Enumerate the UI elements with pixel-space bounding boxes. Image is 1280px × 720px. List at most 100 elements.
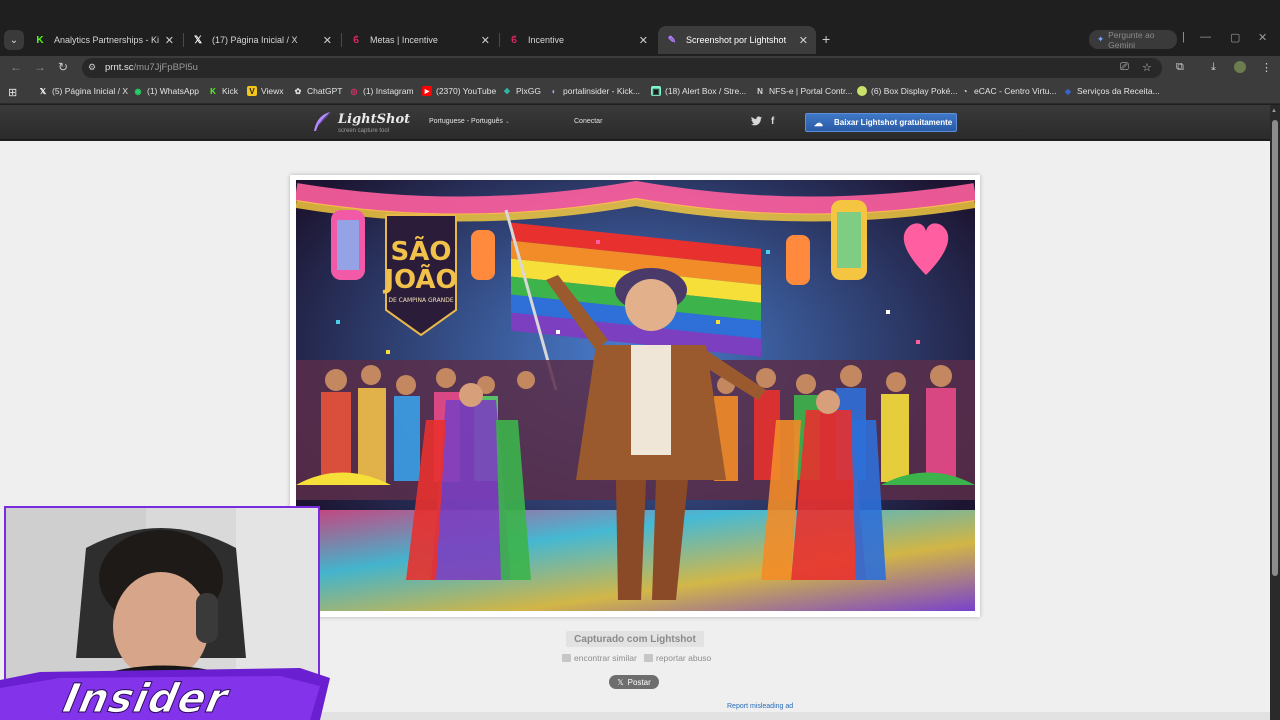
scrollbar-thumb[interactable] — [1272, 120, 1278, 576]
gemini-label: Pergunte ao Gemini — [1108, 29, 1155, 50]
login-link[interactable]: Conectar — [574, 118, 602, 125]
report-misleading-ad-link[interactable]: Report misleading ad — [727, 703, 793, 710]
download-icon[interactable]: ⤓ — [1211, 61, 1216, 74]
bookmark-label: portalinsider - Kick... — [563, 86, 640, 96]
lightshot-brand[interactable]: LightShot — [338, 112, 410, 127]
site-settings-icon[interactable]: ⚙ — [88, 62, 99, 73]
close-icon[interactable]: ✕ — [639, 34, 648, 47]
lightshot-feather-icon[interactable] — [312, 111, 332, 133]
close-icon[interactable]: ✕ — [799, 34, 808, 47]
bookmark-label: (18) Alert Box / Stre... — [665, 86, 747, 96]
tab-lightshot-screenshot[interactable]: ✎ Screenshot por Lightshot ✕ — [658, 26, 816, 54]
minimize-icon[interactable]: — — [1200, 31, 1211, 43]
close-icon[interactable]: ✕ — [481, 34, 490, 47]
tab-search-chevron-icon[interactable]: ⌄ — [4, 30, 24, 50]
bookmark-viewx[interactable]: V Viewx — [247, 86, 284, 96]
pokemon-icon — [857, 86, 867, 96]
bookmark-chatgpt[interactable]: ✿ ChatGPT — [293, 86, 343, 96]
screenshot-image[interactable]: SÃO JOÃO DE CAMPINA GRANDE — [296, 180, 975, 611]
x-icon: 𝕏 — [617, 677, 624, 687]
cloud-download-icon: ☁ — [814, 117, 823, 128]
cast-icon[interactable]: ⎚ — [1120, 61, 1129, 74]
new-tab-plus-icon[interactable]: + — [822, 31, 830, 47]
download-label: Baixar Lightshot gratuitamente — [834, 118, 953, 127]
tab-x-home[interactable]: 𝕏 (17) Página Inicial / X ✕ — [184, 28, 340, 52]
bookmark-ecac[interactable]: ◔ eCAC - Centro Virtu... — [960, 86, 1057, 96]
bookmark-star-icon[interactable]: ☆ — [1142, 61, 1152, 74]
bookmark-nfse[interactable]: N NFS-e | Portal Contr... — [755, 86, 852, 96]
ecac-icon: ◔ — [962, 86, 968, 96]
streamlabs-icon: ▣ — [651, 86, 661, 96]
reload-icon[interactable]: ↻ — [58, 60, 68, 74]
report-abuse-label: reportar abuso — [656, 653, 712, 663]
profile-avatar[interactable] — [1234, 61, 1246, 73]
url-path: /mu7JjFpBPl5u — [133, 62, 198, 73]
forward-arrow-icon[interactable]: → — [34, 60, 46, 74]
viewx-icon: V — [247, 86, 257, 96]
find-similar-link[interactable]: encontrar similar — [562, 653, 637, 663]
whatsapp-icon: ◉ — [134, 86, 142, 96]
window-close-icon[interactable]: ✕ — [1258, 31, 1267, 44]
bookmark-label: (2370) YouTube — [436, 86, 497, 96]
more-menu-icon[interactable]: ⋮ — [1261, 61, 1272, 74]
tab-title: Analytics Partnerships - Kick Da — [54, 35, 159, 45]
extensions-icon[interactable]: ⧉ — [1176, 61, 1184, 74]
find-similar-label: encontrar similar — [574, 653, 637, 663]
insider-logo: Insider — [59, 676, 233, 720]
back-arrow-icon[interactable]: ← — [10, 60, 22, 74]
bookmark-boxdisplay[interactable]: (6) Box Display Poké... — [857, 86, 957, 96]
tab-title: (17) Página Inicial / X — [212, 35, 298, 45]
portal-icon: ◐ — [551, 86, 557, 96]
tab-incentive[interactable]: ϐ Incentive ✕ — [500, 28, 656, 52]
bookmark-receita[interactable]: ◆ Serviços da Receita... — [1063, 86, 1160, 96]
flag-icon — [644, 654, 653, 662]
receita-icon: ◆ — [1064, 86, 1072, 96]
bookmark-youtube[interactable]: ▶ (2370) YouTube — [422, 86, 496, 96]
ask-gemini-button[interactable]: ✦ Pergunte ao Gemini — [1089, 29, 1177, 50]
post-to-x-button[interactable]: 𝕏 Postar — [609, 675, 659, 689]
nfse-icon: N — [757, 86, 763, 96]
pixgg-icon: ❖ — [503, 86, 511, 96]
language-selector[interactable]: Portuguese - Português ⌄ — [429, 118, 510, 125]
tab-title: Metas | Incentive — [370, 35, 438, 45]
bookmark-label: ChatGPT — [307, 86, 343, 96]
chevron-down-icon: ⌄ — [504, 119, 510, 125]
maximize-icon[interactable]: ▢ — [1230, 31, 1240, 44]
bookmark-label: (6) Box Display Poké... — [871, 86, 958, 96]
image-icon — [562, 654, 571, 662]
report-abuse-link[interactable]: reportar abuso — [644, 653, 711, 663]
x-icon: 𝕏 — [193, 34, 203, 46]
bookmark-label: Viewx — [261, 86, 284, 96]
scroll-up-arrow-icon[interactable]: ▲ — [1271, 108, 1277, 114]
banner-text-city: DE CAMPINA GRANDE — [388, 297, 453, 304]
tab-title: Incentive — [528, 35, 565, 45]
address-bar[interactable] — [82, 58, 1162, 78]
bookmark-pixgg[interactable]: ❖ PixGG — [502, 86, 541, 96]
url-text[interactable]: prnt.sc/mu7JjFpBPl5u — [105, 62, 198, 73]
apps-grid-icon[interactable]: ⊞ — [8, 86, 17, 99]
bookmark-label: eCAC - Centro Virtu... — [974, 86, 1057, 96]
bookmark-whatsapp[interactable]: ◉ (1) WhatsApp — [133, 86, 199, 96]
x-icon: 𝕏 — [39, 86, 47, 96]
bookmark-label: (1) Instagram — [363, 86, 414, 96]
tab-kick-analytics[interactable]: K Analytics Partnerships - Kick Da ✕ — [26, 28, 182, 52]
close-icon[interactable]: ✕ — [165, 34, 174, 47]
bookmark-x[interactable]: 𝕏 (5) Página Inicial / X — [38, 86, 128, 96]
kick-icon: K — [36, 34, 44, 46]
banner-text-joao: JOÃO — [382, 263, 457, 295]
chatgpt-icon: ✿ — [294, 86, 302, 96]
bookmark-label: Serviços da Receita... — [1077, 86, 1160, 96]
bookmark-alertbox[interactable]: ▣ (18) Alert Box / Stre... — [651, 86, 746, 96]
captured-with-lightshot-label[interactable]: Capturado com Lightshot — [566, 631, 704, 647]
bookmark-instagram[interactable]: ◎ (1) Instagram — [349, 86, 414, 96]
close-icon[interactable]: ✕ — [323, 34, 332, 47]
incentive-icon: ϐ — [510, 34, 518, 46]
tab-metas-incentive[interactable]: ϐ Metas | Incentive ✕ — [342, 28, 498, 52]
facebook-icon[interactable]: f — [771, 116, 774, 127]
tab-title: Screenshot por Lightshot — [686, 35, 787, 45]
bookmark-portalinsider[interactable]: ◐ portalinsider - Kick... — [549, 86, 640, 96]
lightshot-tagline: screen capture tool — [338, 128, 390, 134]
bookmark-kick[interactable]: K Kick — [208, 86, 238, 96]
twitter-icon[interactable] — [751, 116, 762, 129]
download-lightshot-button[interactable]: ☁ Baixar Lightshot gratuitamente — [805, 113, 957, 132]
